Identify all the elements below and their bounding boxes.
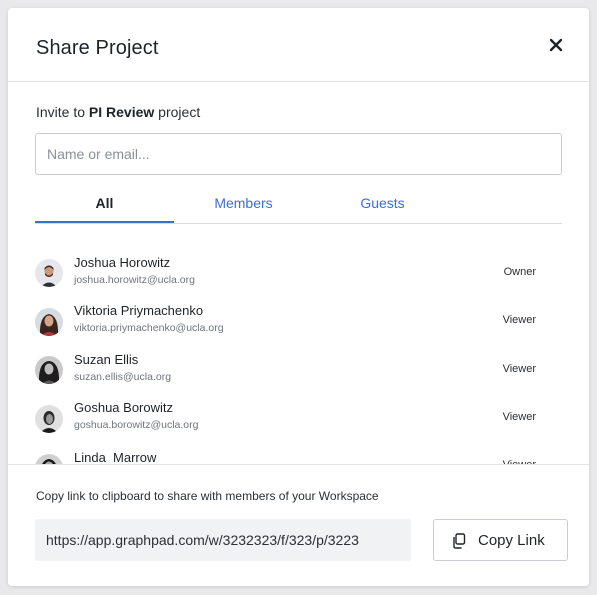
member-name: Joshua Horowitz bbox=[74, 255, 171, 270]
list-item: Linda Marrow Viewer bbox=[8, 447, 589, 464]
close-button[interactable] bbox=[549, 38, 563, 52]
member-email: joshua.horowitz@ucla.org bbox=[74, 274, 195, 286]
avatar bbox=[35, 308, 63, 336]
member-name: Viktoria Priymachenko bbox=[74, 303, 204, 318]
copy-link-button[interactable]: Copy Link bbox=[433, 519, 568, 561]
member-name: Goshua Borowitz bbox=[74, 400, 173, 415]
avatar bbox=[35, 454, 63, 464]
share-project-dialog: Share Project Invite to PI Review projec… bbox=[8, 8, 589, 586]
list-item: Joshua Horowitz joshua.horowitz@ucla.org… bbox=[8, 253, 589, 301]
copy-link-label: Copy Link bbox=[478, 532, 545, 549]
member-email: goshua.borowitz@ucla.org bbox=[74, 419, 199, 431]
share-link-field[interactable]: https://app.graphpad.com/w/3232323/f/323… bbox=[35, 519, 411, 561]
member-role[interactable]: Owner bbox=[476, 266, 536, 278]
tab-members[interactable]: Members bbox=[174, 194, 313, 222]
project-name: PI Review bbox=[88, 104, 155, 120]
name-or-email-input[interactable] bbox=[35, 133, 562, 175]
dialog-header: Share Project bbox=[8, 8, 589, 82]
member-email: suzan.ellis@ucla.org bbox=[74, 371, 172, 383]
avatar-icon bbox=[35, 308, 63, 336]
share-link-footer: Copy link to clipboard to share with mem… bbox=[8, 464, 589, 586]
tab-all[interactable]: All bbox=[35, 194, 174, 223]
avatar-icon bbox=[35, 356, 63, 384]
list-item: Goshua Borowitz goshua.borowitz@ucla.org… bbox=[8, 398, 589, 446]
avatar-icon bbox=[35, 454, 63, 464]
invite-prefix: Invite to bbox=[36, 104, 89, 120]
member-email: viktoria.priymachenko@ucla.org bbox=[74, 322, 224, 334]
close-icon bbox=[549, 38, 563, 52]
invite-text: Invite to PI Review project bbox=[36, 104, 200, 120]
avatar bbox=[35, 356, 63, 384]
member-name: Suzan Ellis bbox=[74, 352, 139, 367]
list-item: Suzan Ellis suzan.ellis@ucla.org Viewer bbox=[8, 350, 589, 398]
tab-guests[interactable]: Guests bbox=[313, 194, 452, 222]
member-role[interactable]: Viewer bbox=[476, 314, 536, 326]
dialog-title: Share Project bbox=[36, 37, 159, 59]
copy-icon bbox=[453, 533, 466, 549]
member-list[interactable]: Joshua Horowitz joshua.horowitz@ucla.org… bbox=[8, 233, 589, 464]
copy-link-description: Copy link to clipboard to share with mem… bbox=[36, 489, 379, 503]
avatar bbox=[35, 259, 63, 287]
member-tabs: All Members Guests bbox=[35, 194, 562, 224]
avatar-icon bbox=[35, 405, 63, 433]
avatar bbox=[35, 405, 63, 433]
member-role[interactable]: Viewer bbox=[476, 411, 536, 423]
member-role[interactable]: Viewer bbox=[476, 363, 536, 375]
list-item: Viktoria Priymachenko viktoria.priymache… bbox=[8, 301, 589, 349]
avatar-icon bbox=[35, 259, 63, 287]
member-name: Linda Marrow bbox=[74, 450, 157, 464]
invite-suffix: project bbox=[154, 104, 201, 120]
